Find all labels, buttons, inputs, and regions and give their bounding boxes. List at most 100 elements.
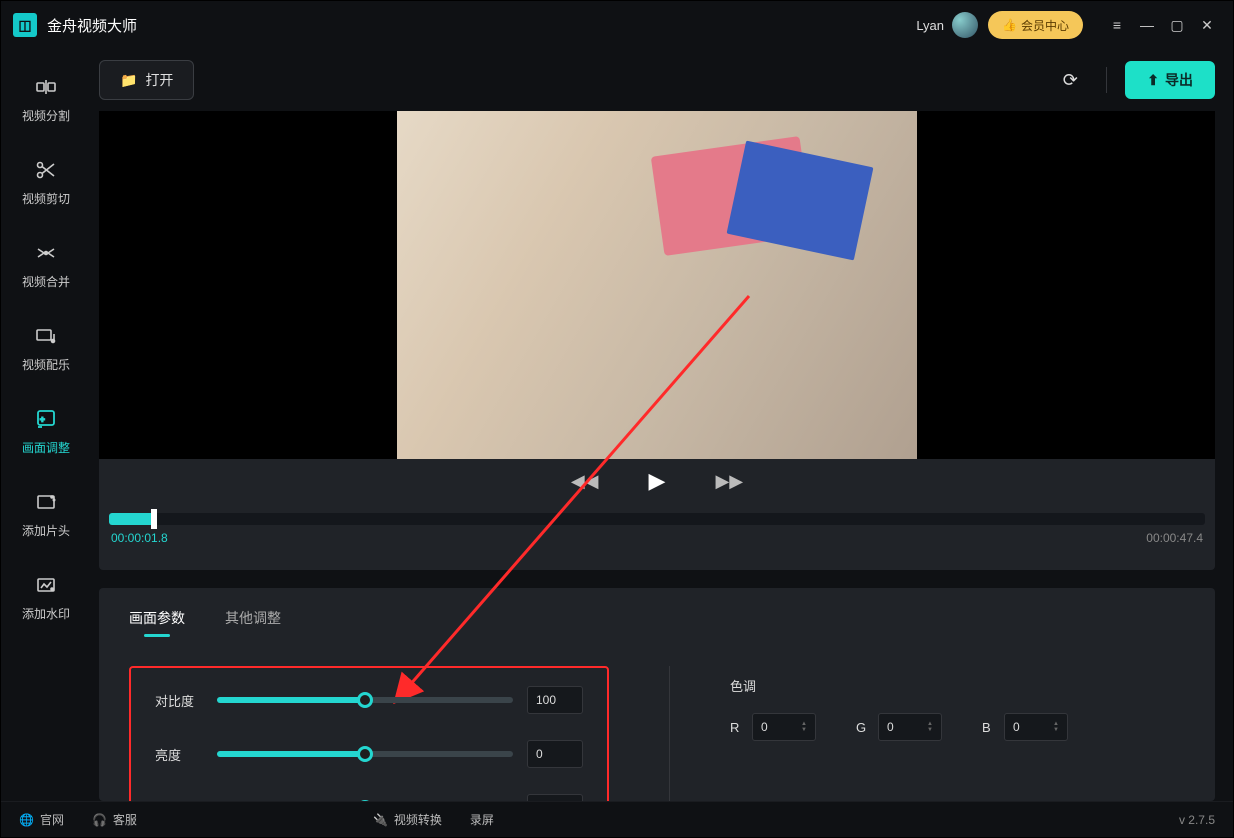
close-button[interactable]: ✕ — [1193, 11, 1221, 39]
slider-knob[interactable] — [357, 692, 373, 708]
divider — [1106, 67, 1107, 93]
playback-controls: ◀◀ ▶ ▶▶ — [99, 459, 1215, 503]
r-input[interactable]: 0▲▼ — [752, 713, 816, 741]
slider-knob[interactable] — [357, 800, 373, 801]
contrast-label: 对比度 — [155, 691, 203, 710]
brightness-row: 亮度 0 — [155, 740, 583, 768]
tab-label: 其他调整 — [225, 610, 281, 626]
b-label: B — [982, 720, 996, 735]
footer-website[interactable]: 🌐 官网 — [19, 811, 64, 828]
menu-button[interactable]: ≡ — [1103, 11, 1131, 39]
timeline-handle[interactable] — [151, 509, 157, 529]
contrast-slider[interactable] — [217, 697, 513, 703]
sidebar-item-label: 视频剪切 — [22, 190, 70, 207]
footer-label: 录屏 — [470, 811, 494, 828]
member-center-label: 会员中心 — [1021, 17, 1069, 34]
current-time: 00:00:01.8 — [111, 531, 168, 545]
video-preview[interactable] — [99, 111, 1215, 459]
watermark-icon — [32, 571, 60, 599]
panel-divider — [669, 666, 670, 801]
timeline: 00:00:01.8 00:00:47.4 — [99, 503, 1215, 570]
avatar-icon[interactable] — [952, 12, 978, 38]
spin-down-icon[interactable]: ▼ — [801, 727, 807, 733]
adjust-icon: + — [32, 405, 60, 433]
member-center-button[interactable]: 👍 会员中心 — [988, 11, 1083, 39]
preview-area: ◀◀ ▶ ▶▶ 00:00:01.8 00:00:47.4 — [99, 111, 1215, 570]
upload-icon: ⬆ — [1147, 72, 1159, 89]
g-input[interactable]: 0▲▼ — [878, 713, 942, 741]
g-label: G — [856, 720, 870, 735]
tone-g: G 0▲▼ — [856, 713, 942, 741]
timeline-progress — [109, 513, 151, 525]
panel-tabs: 画面参数 其他调整 — [99, 588, 1215, 646]
sidebar-item-label: 视频合并 — [22, 273, 70, 290]
contrast-row: 对比度 100 — [155, 686, 583, 714]
footer-label: 官网 — [40, 811, 64, 828]
refresh-button[interactable]: ⟳ — [1052, 62, 1088, 98]
sidebar-item-label: 添加片头 — [22, 522, 70, 539]
spin-down-icon[interactable]: ▼ — [927, 727, 933, 733]
app-title: 金舟视频大师 — [47, 15, 137, 36]
brightness-slider[interactable] — [217, 751, 513, 757]
contrast-value[interactable]: 100 — [527, 686, 583, 714]
sidebar-item-label: 视频分割 — [22, 107, 70, 124]
maximize-button[interactable]: ▢ — [1163, 11, 1191, 39]
minimize-button[interactable]: ― — [1133, 11, 1161, 39]
b-input[interactable]: 0▲▼ — [1004, 713, 1068, 741]
export-button[interactable]: ⬆ 导出 — [1125, 61, 1215, 99]
titlebar: ◫ 金舟视频大师 Lyan 👍 会员中心 ≡ ― ▢ ✕ — [1, 1, 1233, 49]
settings-panel: 画面参数 其他调整 对比度 100 — [99, 588, 1215, 801]
timeline-track[interactable] — [109, 513, 1205, 525]
slider-fill — [217, 751, 365, 757]
headset-icon: 🎧 — [92, 813, 107, 827]
saturation-row: 饱和度 100 — [155, 794, 583, 801]
music-icon — [32, 322, 60, 350]
footer-label: 视频转换 — [394, 811, 442, 828]
sidebar-item-split[interactable]: 视频分割 — [1, 67, 91, 130]
sidebar-item-music[interactable]: 视频配乐 — [1, 316, 91, 379]
tab-picture-params[interactable]: 画面参数 — [129, 608, 185, 636]
refresh-icon: ⟳ — [1063, 70, 1078, 91]
sidebar: 视频分割 视频剪切 视频合并 视频配乐 + 画面调整 添加片头 — [1, 49, 91, 801]
sidebar-item-cut[interactable]: 视频剪切 — [1, 150, 91, 213]
intro-icon — [32, 488, 60, 516]
forward-button[interactable]: ▶▶ — [715, 471, 743, 492]
plug-icon: 🔌 — [373, 813, 388, 827]
open-button[interactable]: 📁 打开 — [99, 60, 194, 100]
play-button[interactable]: ▶ — [649, 468, 666, 494]
footer-support[interactable]: 🎧 客服 — [92, 811, 137, 828]
sidebar-item-intro[interactable]: 添加片头 — [1, 482, 91, 545]
brightness-value[interactable]: 0 — [527, 740, 583, 768]
saturation-label: 饱和度 — [155, 799, 203, 802]
picture-params-highlight: 对比度 100 亮度 — [129, 666, 609, 801]
svg-text:+: + — [40, 415, 45, 424]
spin-down-icon[interactable]: ▼ — [1053, 727, 1059, 733]
merge-icon — [32, 239, 60, 267]
footer-record[interactable]: 录屏 — [470, 811, 494, 828]
duration-time: 00:00:47.4 — [1146, 531, 1203, 545]
split-icon — [32, 73, 60, 101]
open-label: 打开 — [145, 70, 173, 90]
tone-b: B 0▲▼ — [982, 713, 1068, 741]
slider-fill — [217, 697, 365, 703]
toolbar: 📁 打开 ⟳ ⬆ 导出 — [99, 49, 1215, 111]
tone-title: 色调 — [730, 676, 1185, 695]
sidebar-item-adjust[interactable]: + 画面调整 — [1, 399, 91, 462]
slider-knob[interactable] — [357, 746, 373, 762]
rewind-button[interactable]: ◀◀ — [571, 471, 599, 492]
sidebar-item-label: 视频配乐 — [22, 356, 70, 373]
saturation-value[interactable]: 100 — [527, 794, 583, 801]
tab-other-adjust[interactable]: 其他调整 — [225, 608, 281, 636]
export-label: 导出 — [1165, 70, 1193, 90]
sidebar-item-merge[interactable]: 视频合并 — [1, 233, 91, 296]
sidebar-item-watermark[interactable]: 添加水印 — [1, 565, 91, 628]
sidebar-item-label: 添加水印 — [22, 605, 70, 622]
footer-label: 客服 — [113, 811, 137, 828]
sidebar-item-label: 画面调整 — [22, 439, 70, 456]
folder-icon: 📁 — [120, 72, 137, 89]
footer-convert[interactable]: 🔌 视频转换 — [373, 811, 442, 828]
r-label: R — [730, 720, 744, 735]
tone-section: 色调 R 0▲▼ G 0▲▼ B — [730, 666, 1185, 801]
user-name: Lyan — [916, 18, 944, 33]
user-block[interactable]: Lyan — [916, 12, 978, 38]
